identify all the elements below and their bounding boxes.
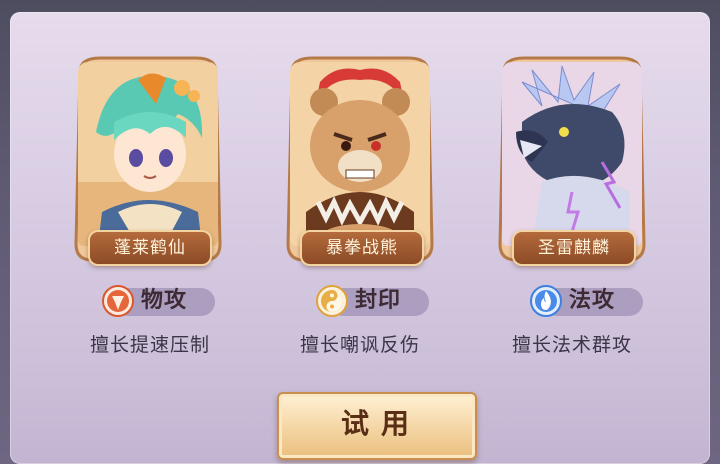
character-name: 圣雷麒麟 [512,230,636,266]
role-label: 物攻 [141,288,188,313]
try-button[interactable]: 试用 [277,392,477,460]
character-portrait [78,62,218,246]
character-name: 蓬莱鹤仙 [88,230,212,266]
character-description: 擅长法术群攻 [511,334,632,356]
magic-attack-icon [530,285,562,317]
role-badge-1: 物攻 [101,284,219,318]
role-badge-2: 封印 [315,284,433,318]
character-description: 擅长提速压制 [89,334,210,356]
selection-panel: 蓬莱鹤仙 暴拳战熊 圣雷麒麟 物攻 封印 法攻 擅长提速压制 擅长嘲讽反伤 擅长… [10,12,710,464]
character-card-1[interactable]: 蓬莱鹤仙 [70,54,226,266]
seal-icon [316,285,348,317]
role-label: 法攻 [569,288,616,313]
character-card-2[interactable]: 暴拳战熊 [282,54,438,266]
role-badge-3: 法攻 [529,284,647,318]
character-card-3[interactable]: 圣雷麒麟 [494,54,650,266]
role-label: 封印 [355,288,402,313]
character-name: 暴拳战熊 [300,230,424,266]
character-description: 擅长嘲讽反伤 [299,334,420,356]
character-portrait [290,62,430,246]
physical-attack-icon [102,285,134,317]
character-portrait [502,62,642,246]
try-button-label: 试用 [340,407,421,440]
